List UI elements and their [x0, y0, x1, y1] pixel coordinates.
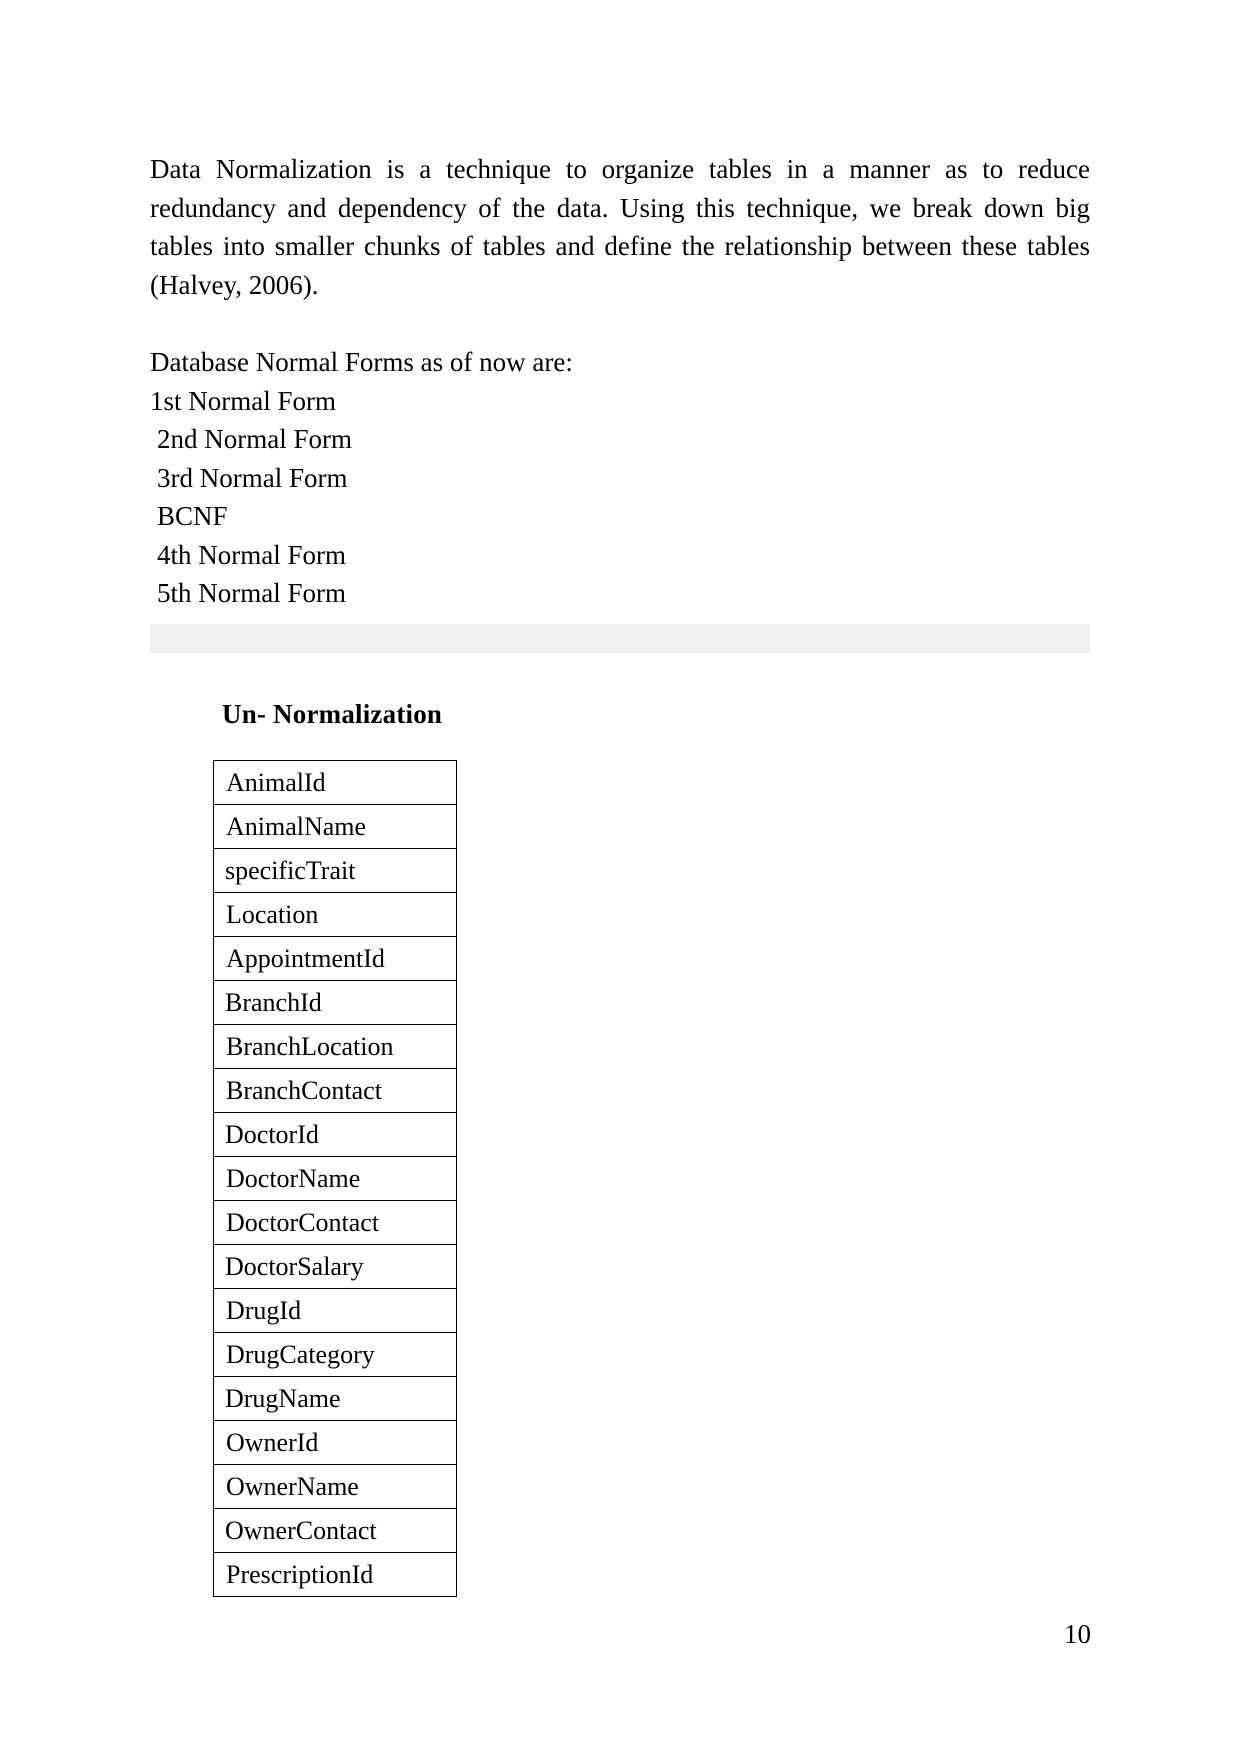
normal-forms-list: 1st Normal Form 2nd Normal Form 3rd Norm… — [150, 382, 1090, 613]
field-name-cell: BranchLocation — [213, 1024, 457, 1069]
table-row: DrugName — [212, 1376, 457, 1421]
table-row: AppointmentId — [213, 936, 457, 981]
normal-forms-heading: Database Normal Forms as of now are: — [150, 347, 573, 377]
list-item: 1st Normal Form — [150, 385, 336, 416]
list-item: 2nd Normal Form — [157, 424, 352, 454]
list-item: 3rd Normal Form — [157, 462, 348, 493]
field-name-cell: Location — [213, 892, 457, 937]
intro-paragraph: Data Normalization is a technique to org… — [150, 154, 1090, 300]
table-row: AnimalName — [213, 804, 457, 849]
field-name-cell: DrugId — [213, 1288, 457, 1333]
field-name-cell: OwnerId — [213, 1420, 457, 1465]
section-heading-un-normalization: Un- Normalization — [222, 699, 443, 729]
table-row: BranchId — [212, 980, 457, 1025]
table-row: DoctorSalary — [212, 1244, 457, 1289]
gray-separator-bar — [150, 624, 1090, 653]
table-row: OwnerId — [213, 1420, 457, 1465]
field-name-cell: OwnerName — [213, 1464, 457, 1509]
field-name-cell: DrugName — [212, 1376, 456, 1421]
table-row: Location — [213, 892, 457, 937]
table-row: DoctorContact — [213, 1200, 457, 1245]
field-name-cell: OwnerContact — [212, 1508, 456, 1553]
table-row: BranchLocation — [213, 1024, 457, 1069]
table-row: DrugId — [213, 1288, 457, 1333]
field-name-cell: BranchContact — [213, 1068, 457, 1113]
table-row: OwnerName — [213, 1464, 457, 1509]
field-name-cell: AppointmentId — [213, 936, 457, 981]
list-item: 5th Normal Form — [157, 578, 346, 608]
field-name-cell: DoctorContact — [213, 1200, 457, 1245]
table-row: OwnerContact — [212, 1508, 457, 1553]
normal-forms-block: Database Normal Forms as of now are: 1st… — [150, 343, 1090, 613]
field-name-cell: DoctorId — [212, 1112, 456, 1157]
list-item: 4th Normal Form — [157, 539, 346, 570]
field-name-cell: DoctorName — [213, 1156, 457, 1201]
table-row: PrescriptionId — [213, 1552, 457, 1597]
field-name-cell: DrugCategory — [213, 1332, 457, 1377]
list-item: BCNF — [157, 501, 228, 531]
table-row: BranchContact — [213, 1068, 457, 1113]
table-row: DoctorId — [212, 1112, 457, 1157]
page-number: 10 — [1064, 1619, 1091, 1649]
un-normalization-field-table: AnimalId AnimalName specificTrait Locati… — [212, 760, 457, 1597]
field-name-cell: specificTrait — [212, 848, 456, 893]
document-page: Data Normalization is a technique to org… — [0, 0, 1241, 1754]
field-name-cell: PrescriptionId — [213, 1552, 457, 1597]
table-body: AnimalId AnimalName specificTrait Locati… — [212, 760, 457, 1597]
field-name-cell: AnimalName — [213, 804, 457, 849]
table-row: DoctorName — [213, 1156, 457, 1201]
field-name-cell: DoctorSalary — [212, 1244, 456, 1289]
field-name-cell: BranchId — [212, 980, 456, 1025]
table-row: specificTrait — [212, 848, 457, 893]
field-name-cell: AnimalId — [213, 760, 457, 805]
page-content: Data Normalization is a technique to org… — [150, 0, 1090, 613]
table-row: AnimalId — [213, 760, 457, 805]
table-row: DrugCategory — [213, 1332, 457, 1377]
